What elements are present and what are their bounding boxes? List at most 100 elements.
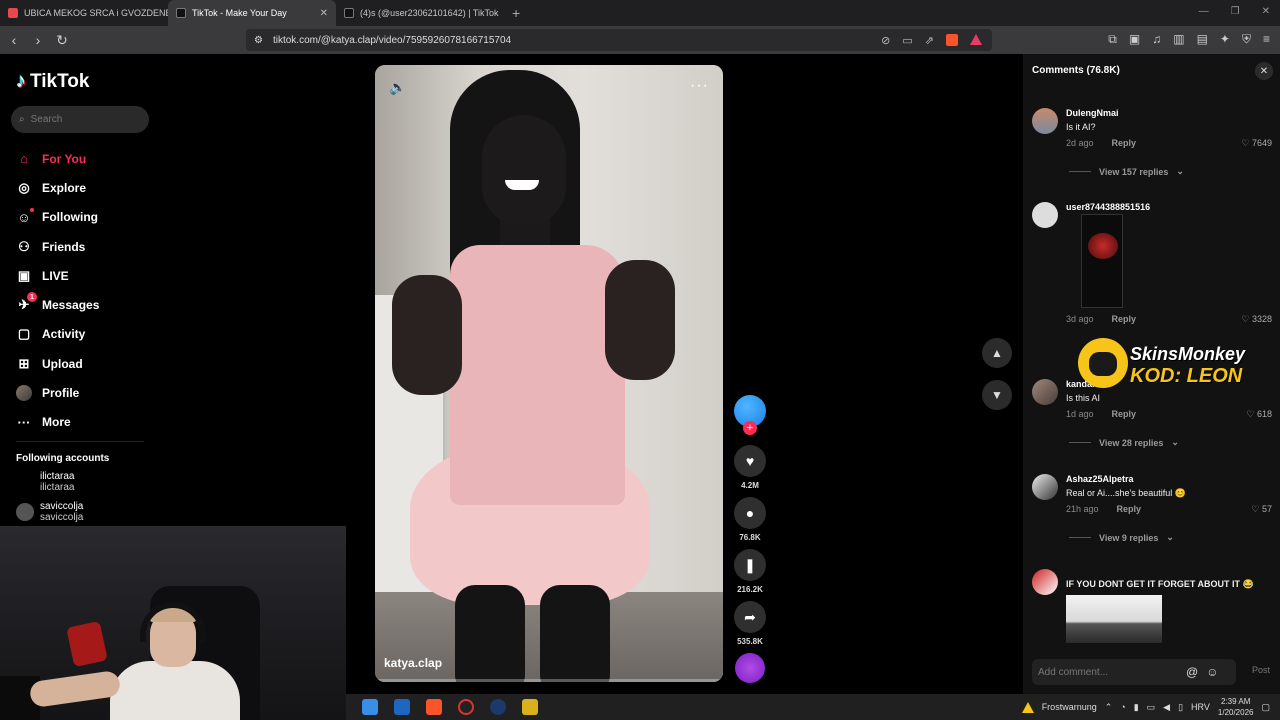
language-indicator[interactable]: HRV (1191, 702, 1210, 712)
comment-user[interactable]: DulengNmai (1066, 108, 1119, 118)
extensions-icon[interactable]: ⧉ (1108, 32, 1117, 47)
reply-button[interactable]: Reply (1112, 409, 1137, 419)
comment-likes[interactable]: ♡ 3328 (1241, 314, 1272, 325)
avatar[interactable] (1032, 474, 1058, 500)
sidebar-item-messages[interactable]: ✈ 1 Messages (16, 290, 156, 319)
sidebar-item-for-you[interactable]: ⌂ For You (16, 144, 156, 173)
search-box[interactable]: ⌕ (11, 106, 149, 133)
sidebar-item-explore[interactable]: ◎ Explore (16, 173, 156, 202)
volume-icon[interactable]: ◀ (1163, 702, 1170, 713)
comment-likes[interactable]: ♡ 57 (1251, 504, 1272, 515)
search-input[interactable] (30, 114, 131, 125)
sidebar-item-following[interactable]: ☺ Following (16, 203, 156, 232)
save-button[interactable]: ❚ 216.2K (734, 549, 766, 594)
following-account[interactable]: ilictaraa ilictaraa (16, 471, 74, 493)
obs-icon[interactable] (458, 699, 474, 715)
restore-icon[interactable]: ❐ (1231, 6, 1240, 17)
avatar[interactable] (1032, 569, 1058, 595)
comment-input-box[interactable]: @ ☺ (1032, 659, 1236, 685)
windows-start-icon[interactable] (362, 699, 378, 715)
video-username[interactable]: katya.clap (384, 656, 442, 670)
brave-shields-icon[interactable] (946, 33, 958, 46)
cast-icon[interactable]: ▭ (902, 34, 912, 47)
mention-icon[interactable]: @ (1186, 665, 1198, 679)
mute-icon[interactable]: ⊘ (881, 34, 890, 47)
reload-icon[interactable]: ↻ (52, 32, 72, 49)
weather-text[interactable]: Frostwarnung (1042, 702, 1097, 712)
comment-input[interactable] (1038, 666, 1178, 678)
close-comments-button[interactable]: ✕ (1255, 62, 1273, 80)
tab-1[interactable]: UBICA MEKOG SRCA i GVOZDENE PESNICE (0, 0, 168, 26)
comment-image[interactable] (1081, 214, 1123, 308)
screenshot-icon[interactable]: ▣ (1129, 32, 1140, 47)
comment-text: Real or Ai....she's beautiful 😊 (1066, 488, 1186, 498)
video-progress-bar[interactable] (375, 679, 723, 682)
comment-user[interactable]: Ashaz25Alpetra (1066, 474, 1134, 484)
video-player[interactable]: 🔈 ··· katya.clap (375, 65, 723, 682)
clock[interactable]: 2:39 AM 1/20/2026 (1218, 696, 1254, 718)
forward-icon[interactable]: › (28, 32, 48, 48)
close-window-icon[interactable]: ✕ (1262, 6, 1270, 17)
comment-likes[interactable]: ♡ 618 (1246, 409, 1272, 420)
new-tab-icon[interactable]: + (512, 5, 520, 21)
steam-icon[interactable] (490, 699, 506, 715)
next-video-button[interactable]: ▼ (982, 380, 1012, 410)
previous-video-button[interactable]: ▲ (982, 338, 1012, 368)
reply-button[interactable]: Reply (1117, 504, 1142, 514)
network-icon[interactable]: ▭ (1147, 702, 1156, 713)
brave-icon[interactable] (426, 699, 442, 715)
comment-button[interactable]: ● 76.8K (734, 497, 766, 542)
sidebar-item-activity[interactable]: ▢ Activity (16, 320, 156, 349)
sidebar-item-upload[interactable]: ⊞ Upload (16, 349, 156, 378)
avatar[interactable] (1032, 379, 1058, 405)
mic-icon[interactable]: ▮ (1134, 702, 1139, 713)
avatar[interactable] (1032, 202, 1058, 228)
tray-chevron-icon[interactable]: ⌃ (1105, 702, 1113, 713)
view-replies-button[interactable]: View 9 replies ⌄ (1069, 532, 1174, 543)
comment-item: IF YOU DONT GET IT FORGET ABOUT IT 😂 (1032, 569, 1272, 647)
volume-icon[interactable]: 🔈 (389, 79, 406, 96)
leo-ai-icon[interactable]: ✦ (1220, 32, 1230, 47)
sidebar-item-profile[interactable]: Profile (16, 378, 156, 407)
wallet-icon[interactable]: ▤ (1197, 32, 1208, 47)
more-options-icon[interactable]: ··· (690, 77, 709, 95)
comment-likes[interactable]: ♡ 7649 (1241, 138, 1272, 149)
minimize-icon[interactable]: — (1199, 6, 1209, 17)
tab-3[interactable]: (4)s (@user23062101642) | TikTok ✕ (336, 0, 504, 26)
emoji-icon[interactable]: ☺ (1206, 665, 1218, 679)
sidebar-icon[interactable]: ▥ (1173, 32, 1184, 47)
address-bar[interactable]: ⚙ tiktok.com/@katya.clap/video/759592607… (246, 29, 992, 51)
view-replies-button[interactable]: View 157 replies ⌄ (1069, 166, 1184, 177)
battery-icon[interactable]: ▯ (1178, 702, 1183, 713)
tab-2[interactable]: TikTok - Make Your Day ✕ (168, 0, 336, 26)
reply-button[interactable]: Reply (1112, 138, 1137, 148)
share-icon[interactable]: ⇗ (925, 34, 934, 47)
sidebar-item-more[interactable]: ··· More (16, 408, 156, 437)
notification-icon[interactable]: ▢ (1261, 702, 1270, 713)
close-tab-icon[interactable]: ✕ (320, 8, 328, 19)
following-account[interactable]: saviccolja saviccolja (16, 501, 83, 523)
back-icon[interactable]: ‹ (4, 32, 24, 48)
brave-rewards-icon[interactable] (970, 33, 982, 45)
file-explorer-icon[interactable] (522, 699, 538, 715)
webcam-overlay (0, 526, 346, 720)
tiktok-logo[interactable]: ♪ TikTok (16, 70, 89, 93)
menu-icon[interactable]: ≡ (1263, 32, 1270, 47)
comment-image[interactable] (1066, 595, 1162, 643)
sidebar-item-live[interactable]: ▣ LIVE (16, 261, 156, 290)
outlook-icon[interactable] (394, 699, 410, 715)
reply-button[interactable]: Reply (1112, 314, 1137, 324)
music-disc-icon[interactable] (735, 653, 765, 683)
comment-user[interactable]: user8744388851516 (1066, 202, 1150, 212)
site-info-icon[interactable]: ⚙ (254, 35, 263, 46)
share-button[interactable]: ➦ 535.8K (734, 601, 766, 646)
post-button[interactable]: Post (1252, 665, 1270, 675)
like-button[interactable]: ♥ 4.2M (734, 445, 766, 490)
sidebar-item-friends[interactable]: ⚇ Friends (16, 232, 156, 261)
vpn-icon[interactable]: ⛨ (1242, 32, 1251, 47)
music-icon[interactable]: ♫ (1152, 32, 1161, 47)
follow-plus-icon[interactable]: + (743, 421, 757, 435)
wifi-icon[interactable]: ◔ (1120, 702, 1125, 712)
view-replies-button[interactable]: View 28 replies ⌄ (1069, 437, 1179, 448)
avatar[interactable] (1032, 108, 1058, 134)
